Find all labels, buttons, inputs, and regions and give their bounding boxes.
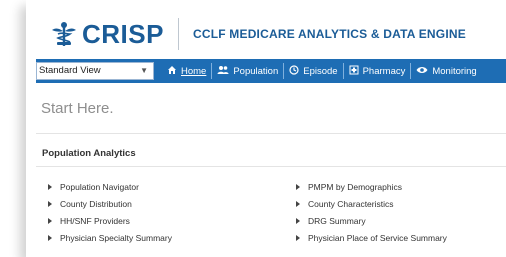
left-link-list: Population Navigator County Distribution… bbox=[48, 178, 172, 246]
link-population-navigator[interactable]: Population Navigator bbox=[48, 178, 172, 195]
view-select-value: Standard View bbox=[39, 65, 101, 76]
bullet-arrow-icon bbox=[296, 234, 300, 241]
link-label: Population Navigator bbox=[60, 181, 139, 192]
link-drg-summary[interactable]: DRG Summary bbox=[296, 212, 447, 229]
link-label: PMPM by Demographics bbox=[308, 181, 403, 192]
link-physician-place-of-service-summary[interactable]: Physician Place of Service Summary bbox=[296, 229, 447, 246]
section-title: Population Analytics bbox=[42, 148, 136, 159]
link-label: Physician Specialty Summary bbox=[60, 232, 172, 243]
crisp-logo[interactable]: CRISP bbox=[50, 19, 164, 50]
bullet-arrow-icon bbox=[48, 183, 52, 190]
caduceus-logo-icon bbox=[52, 22, 76, 46]
view-select[interactable]: Standard View ▼ bbox=[36, 62, 154, 80]
nav-pharmacy-label: Pharmacy bbox=[362, 65, 406, 77]
section-divider bbox=[36, 166, 506, 167]
page-title: Start Here. bbox=[41, 100, 114, 117]
link-label: DRG Summary bbox=[308, 215, 366, 226]
right-link-list: PMPM by Demographics County Characterist… bbox=[296, 178, 447, 246]
chevron-down-icon: ▼ bbox=[140, 66, 148, 75]
header-divider bbox=[177, 18, 179, 50]
nav-episode[interactable]: Episode bbox=[284, 59, 342, 83]
nav-monitoring-label: Monitoring bbox=[432, 65, 477, 77]
nav-home[interactable]: Home bbox=[162, 59, 211, 83]
link-county-characteristics[interactable]: County Characteristics bbox=[296, 195, 447, 212]
nav-population-label: Population bbox=[233, 65, 279, 77]
nav-home-label: Home bbox=[181, 65, 207, 77]
header: CRISP CCLF MEDICARE ANALYTICS & DATA ENG… bbox=[26, 8, 506, 60]
bullet-arrow-icon bbox=[48, 234, 52, 241]
section-divider bbox=[36, 133, 506, 134]
app-title: CCLF MEDICARE ANALYTICS & DATA ENGINE bbox=[192, 27, 466, 41]
link-county-distribution[interactable]: County Distribution bbox=[48, 195, 172, 212]
nav-population[interactable]: Population bbox=[212, 59, 283, 83]
bullet-arrow-icon bbox=[48, 200, 52, 207]
people-icon bbox=[217, 65, 229, 78]
nav-pharmacy[interactable]: Pharmacy bbox=[344, 59, 411, 83]
eye-icon bbox=[416, 65, 428, 78]
main-navbar: Standard View ▼ Home Population Episode … bbox=[36, 59, 506, 83]
link-hh-snf-providers[interactable]: HH/SNF Providers bbox=[48, 212, 172, 229]
link-label: County Distribution bbox=[60, 198, 132, 209]
pharmacy-icon bbox=[349, 65, 359, 78]
nav-monitoring[interactable]: Monitoring bbox=[411, 59, 481, 83]
clock-icon bbox=[289, 64, 299, 78]
link-label: HH/SNF Providers bbox=[60, 215, 130, 226]
logo-text: CRISP bbox=[82, 18, 164, 49]
bullet-arrow-icon bbox=[296, 183, 300, 190]
bullet-arrow-icon bbox=[48, 217, 52, 224]
home-icon bbox=[167, 65, 177, 78]
nav-episode-label: Episode bbox=[303, 65, 338, 77]
link-label: Physician Place of Service Summary bbox=[308, 232, 447, 243]
link-physician-specialty-summary[interactable]: Physician Specialty Summary bbox=[48, 229, 172, 246]
bullet-arrow-icon bbox=[296, 200, 300, 207]
link-label: County Characteristics bbox=[308, 198, 394, 209]
link-pmpm-by-demographics[interactable]: PMPM by Demographics bbox=[296, 178, 447, 195]
bullet-arrow-icon bbox=[296, 217, 300, 224]
